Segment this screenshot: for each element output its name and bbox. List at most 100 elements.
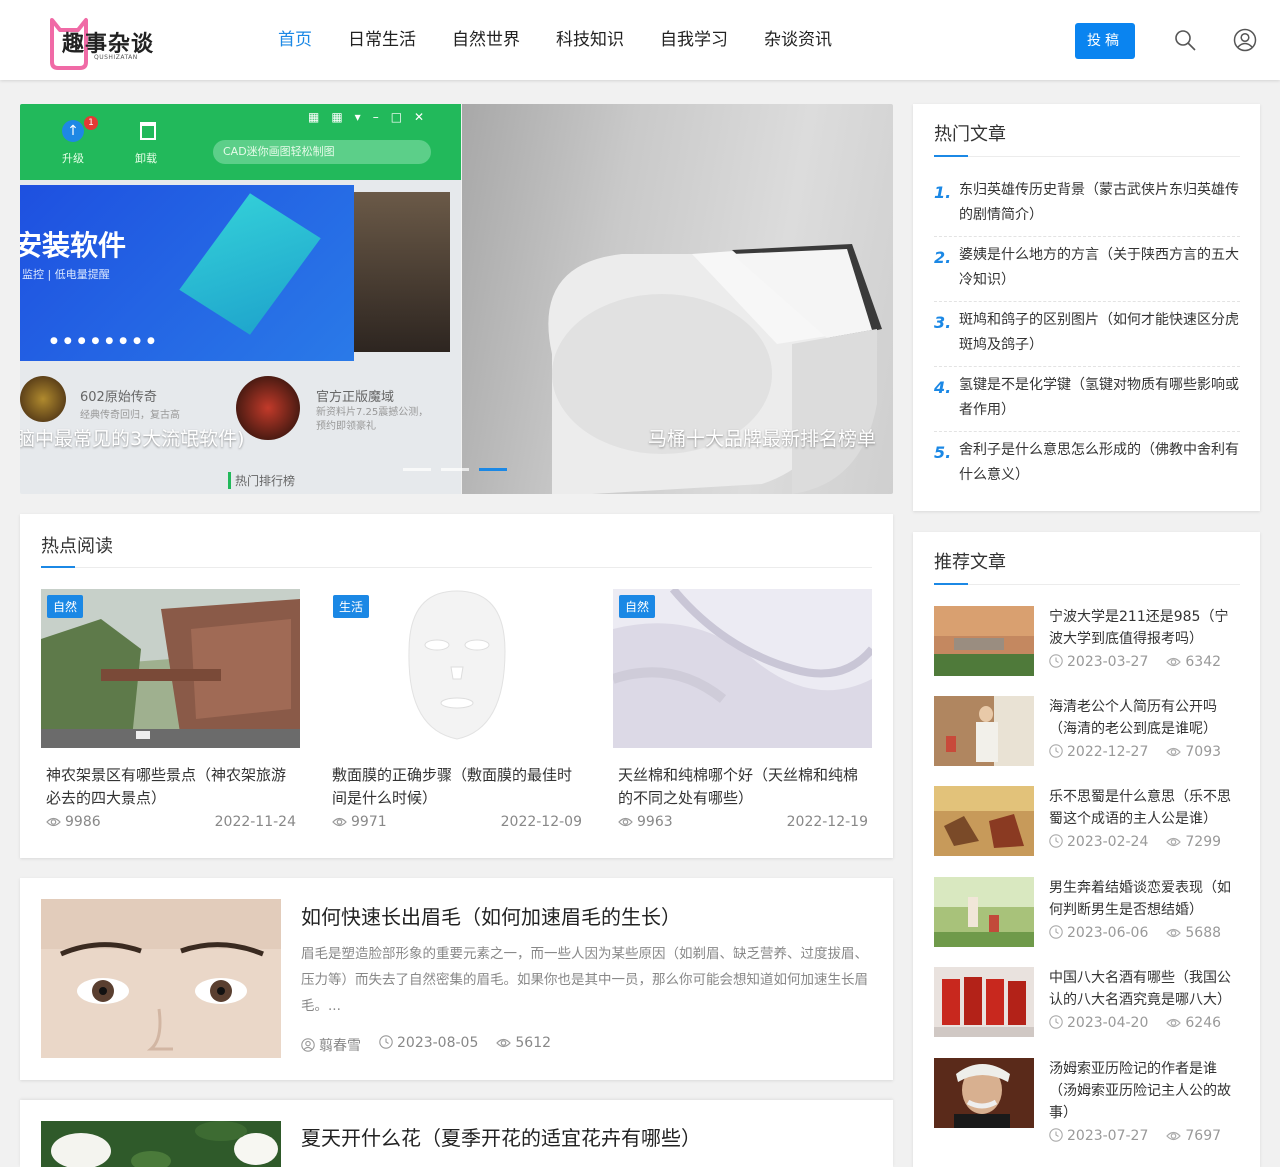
eye-icon <box>332 817 347 827</box>
divider <box>934 431 1240 432</box>
clock-icon <box>1049 925 1063 939</box>
clock-icon <box>1049 834 1063 848</box>
article-title[interactable]: 如何快速长出眉毛（如何加速眉毛的生长） <box>301 901 681 930</box>
main-nav: 首页 日常生活 自然世界 科技知识 自我学习 杂谈资讯 <box>260 0 850 80</box>
recommended-item[interactable]: 海清老公个人简历有公开吗（海清的老公到底是谁呢） 2022-12-27 7093 <box>934 696 1240 766</box>
nav-self-learning[interactable]: 自我学习 <box>642 0 746 80</box>
publish-date: 2022-11-24 <box>214 814 296 830</box>
recommended-title[interactable]: 宁波大学是211还是985（宁波大学到底值得报考吗） <box>1049 606 1240 650</box>
date-value: 2023-08-05 <box>397 1035 479 1051</box>
category-tag[interactable]: 自然 <box>47 595 84 618</box>
hot-read-image[interactable]: 生活 <box>327 589 586 748</box>
view-count-value: 6246 <box>1185 1015 1222 1031</box>
hot-read-meta: 9971 2022-12-09 <box>332 814 582 830</box>
popular-item-link[interactable]: 东归英雄传历史背景（蒙古武侠片东归英雄传的剧情简介） <box>959 178 1241 228</box>
eye-icon <box>1166 928 1182 938</box>
article-title[interactable]: 夏天开什么花（夏季开花的适宜花卉有哪些） <box>301 1122 701 1151</box>
recommended-meta: 2023-04-20 6246 <box>1049 1015 1221 1031</box>
publish-date: 2023-08-05 <box>379 1035 478 1055</box>
popular-title: 热门文章 <box>934 124 1006 145</box>
article-thumbnail[interactable] <box>41 1121 281 1167</box>
popular-item-link[interactable]: 婆姨是什么地方的方言（关于陕西方言的五大冷知识） <box>959 243 1241 293</box>
recommended-thumbnail[interactable] <box>934 877 1034 947</box>
recommended-thumbnail[interactable] <box>934 1058 1034 1128</box>
search-icon[interactable] <box>1173 28 1197 52</box>
publish-date: 2023-03-27 <box>1049 654 1148 670</box>
slide-software[interactable]: ↑ 1 升级 卸载 ▦▦▾–□✕ CAD迷你画图轻松制图 安装软件 监控 | 低… <box>20 104 461 494</box>
article-card[interactable]: 夏天开什么花（夏季开花的适宜花卉有哪些） <box>20 1100 893 1167</box>
slider-dot[interactable] <box>403 468 431 471</box>
author[interactable]: 翦春雪 <box>301 1035 361 1055</box>
slider-dot[interactable] <box>441 468 469 471</box>
eye-icon <box>46 817 61 827</box>
category-tag[interactable]: 自然 <box>619 595 656 618</box>
recommended-thumbnail[interactable] <box>934 696 1034 766</box>
divider <box>934 584 1240 585</box>
recommended-item[interactable]: 中国八大名酒有哪些（我国公认的八大名酒究竟是哪八大） 2023-04-20 62… <box>934 967 1240 1037</box>
recommended-item[interactable]: 男生奔着结婚谈恋爱表现（如何判断男生是否想结婚） 2023-06-06 5688 <box>934 877 1240 947</box>
title-underline <box>934 155 968 157</box>
hot-read-image[interactable]: 自然 <box>41 589 300 748</box>
hot-read-item-title[interactable]: 神农架景区有哪些景点（神农架旅游必去的四大景点） <box>46 764 296 810</box>
clock-icon <box>1049 1015 1063 1029</box>
view-count-value: 5612 <box>515 1035 552 1051</box>
recommended-item[interactable]: 乐不思蜀是什么意思（乐不思蜀这个成语的主人公是谁） 2023-02-24 729… <box>934 786 1240 856</box>
article-thumbnail[interactable] <box>41 899 281 1058</box>
nav-nature[interactable]: 自然世界 <box>434 0 538 80</box>
site-header: 趣事杂谈 QUSHIZATAN 首页 日常生活 自然世界 科技知识 自我学习 杂… <box>0 0 1280 80</box>
title-underline <box>934 583 968 585</box>
clock-icon <box>1049 744 1063 758</box>
mock-upgrade-label: 升级 <box>62 152 84 165</box>
category-tag[interactable]: 生活 <box>333 595 370 618</box>
date-value: 2023-07-27 <box>1067 1128 1149 1144</box>
mock-search-box: CAD迷你画图轻松制图 <box>213 140 431 164</box>
recommended-title[interactable]: 中国八大名酒有哪些（我国公认的八大名酒究竟是哪八大） <box>1049 967 1240 1011</box>
hot-read-card[interactable]: 自然 神农架景区有哪些景点（神农架旅游必去的四大景点） 9986 2022-11… <box>41 589 300 839</box>
recommended-title[interactable]: 乐不思蜀是什么意思（乐不思蜀这个成语的主人公是谁） <box>1049 786 1240 830</box>
view-count: 9971 <box>332 814 387 830</box>
nav-daily-life[interactable]: 日常生活 <box>330 0 434 80</box>
clock-icon <box>1049 654 1063 668</box>
nav-home[interactable]: 首页 <box>260 0 330 80</box>
popular-item-link[interactable]: 氢键是不是化学键（氢键对物质有哪些影响或者作用） <box>959 373 1241 423</box>
site-logo[interactable]: 趣事杂谈 QUSHIZATAN <box>48 14 158 70</box>
eye-icon <box>1166 837 1182 847</box>
slide-caption-1[interactable]: 脑中最常见的3大流氓软件) <box>20 424 245 451</box>
recommended-item[interactable]: 汤姆索亚历险记的作者是谁（汤姆索亚历险记主人公的故事） 2023-07-27 7… <box>934 1058 1240 1144</box>
recommended-title[interactable]: 海清老公个人简历有公开吗（海清的老公到底是谁呢） <box>1049 696 1240 740</box>
recommended-title[interactable]: 男生奔着结婚谈恋爱表现（如何判断男生是否想结婚） <box>1049 877 1240 921</box>
mock-game1-sub: 经典传奇回归，复古高 <box>80 410 180 421</box>
nav-news[interactable]: 杂谈资讯 <box>746 0 850 80</box>
hot-read-card[interactable]: 自然 天丝棉和纯棉哪个好（天丝棉和纯棉的不同之处有哪些） 9963 2022-1… <box>613 589 872 839</box>
user-icon <box>301 1038 315 1052</box>
author-name: 翦春雪 <box>319 1038 361 1054</box>
slider-dot-active[interactable] <box>479 468 507 471</box>
hot-read-item-title[interactable]: 敷面膜的正确步骤（敷面膜的最佳时间是什么时候） <box>332 764 582 810</box>
popular-item-link[interactable]: 斑鸠和鸽子的区别图片（如何才能快速区分虎斑鸠及鸽子） <box>959 308 1241 358</box>
hot-read-item-title[interactable]: 天丝棉和纯棉哪个好（天丝棉和纯棉的不同之处有哪些） <box>618 764 868 810</box>
popular-item-link[interactable]: 舍利子是什么意思怎么形成的（佛教中舍利有什么意义） <box>959 438 1241 488</box>
nav-technology[interactable]: 科技知识 <box>538 0 642 80</box>
slide-caption-2[interactable]: 马桶十大品牌最新排名榜单 <box>648 424 876 451</box>
recommended-thumbnail[interactable] <box>934 606 1034 676</box>
hot-read-image[interactable]: 自然 <box>613 589 872 748</box>
view-count: 9986 <box>46 814 101 830</box>
user-icon[interactable] <box>1233 28 1257 52</box>
publish-date: 2023-07-27 <box>1049 1128 1148 1144</box>
article-card[interactable]: 如何快速长出眉毛（如何加速眉毛的生长） 眉毛是塑造脸部形象的重要元素之一，而一些… <box>20 878 893 1080</box>
view-count-value: 7093 <box>1185 744 1222 760</box>
view-count-value: 9986 <box>65 814 101 830</box>
hot-read-card[interactable]: 生活 敷面膜的正确步骤（敷面膜的最佳时间是什么时候） 9971 2022-12-… <box>327 589 586 839</box>
divider <box>934 301 1240 302</box>
recommended-thumbnail[interactable] <box>934 967 1034 1037</box>
publish-date: 2023-04-20 <box>1049 1015 1148 1031</box>
recommended-item[interactable]: 宁波大学是211还是985（宁波大学到底值得报考吗） 2023-03-27 63… <box>934 606 1240 676</box>
recommended-title[interactable]: 汤姆索亚历险记的作者是谁（汤姆索亚历险记主人公的故事） <box>1049 1058 1240 1124</box>
mock-trash-icon <box>140 122 156 140</box>
recommend-title: 推荐文章 <box>934 552 1006 573</box>
submit-article-button[interactable]: 投稿 <box>1075 23 1135 59</box>
hero-slider[interactable]: ↑ 1 升级 卸载 ▦▦▾–□✕ CAD迷你画图轻松制图 安装软件 监控 | 低… <box>20 104 893 494</box>
recommended-thumbnail[interactable] <box>934 786 1034 856</box>
hot-read-title: 热点阅读 <box>41 536 113 557</box>
slide-toilet[interactable]: 马桶十大品牌最新排名榜单 <box>462 104 893 494</box>
